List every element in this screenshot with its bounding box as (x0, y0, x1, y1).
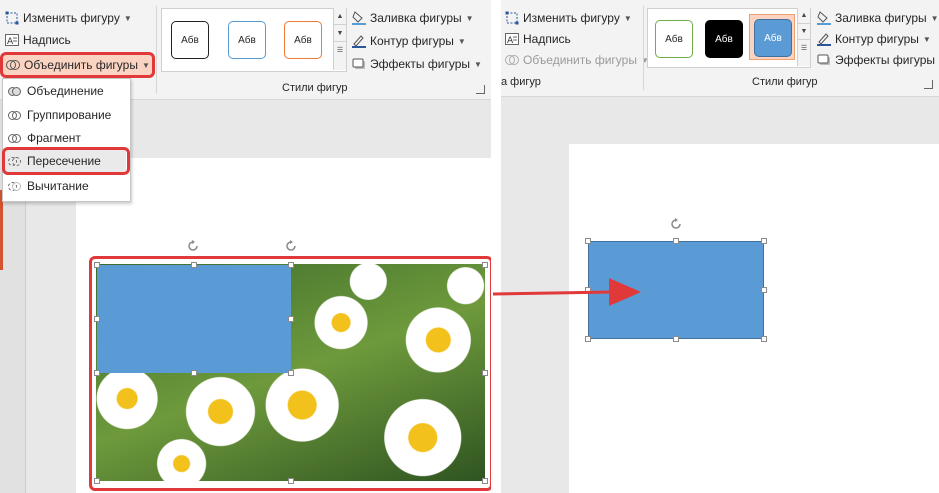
shape-effects-button[interactable]: Эффекты фигуры ▼ (352, 55, 482, 73)
shape-style-blue-fill[interactable]: Абв (754, 19, 792, 57)
chevron-down-icon: ▼ (457, 36, 466, 46)
merge-shapes-button[interactable]: Объединить фигуры ▼ (505, 51, 649, 69)
shape-styles-group-label: Стили фигур (752, 76, 818, 88)
shape-outline-label: Контур фигуры (370, 34, 454, 48)
text-box-icon: A (505, 32, 519, 46)
shape-style-black-outline[interactable]: Абв (171, 21, 209, 59)
menu-item-union[interactable]: Объединение (4, 80, 126, 102)
resize-handle[interactable] (585, 238, 591, 244)
chevron-down-icon: ▼ (922, 34, 931, 44)
scroll-down-icon[interactable]: ▼ (798, 24, 810, 40)
scroll-up-icon[interactable]: ▲ (798, 8, 810, 24)
shape-fill-label: Заливка фигуры (835, 11, 927, 25)
style-sample-text: Абв (181, 34, 199, 46)
rotate-handle-icon[interactable] (670, 218, 682, 233)
style-sample-text: Абв (715, 33, 733, 45)
ribbon-divider (643, 6, 644, 90)
menu-item-combine[interactable]: Группирование (4, 104, 126, 126)
shape-effects-label: Эффекты фигуры (370, 57, 471, 71)
chevron-down-icon: ▼ (123, 13, 132, 23)
gallery-more-icon[interactable]: ☰ (334, 42, 346, 58)
text-box-button[interactable]: A Надпись (5, 31, 71, 49)
menu-item-label: Вычитание (27, 179, 89, 193)
resize-handle[interactable] (673, 238, 679, 244)
menu-item-label: Фрагмент (27, 131, 81, 145)
shape-style-orange-outline[interactable]: Абв (284, 21, 322, 59)
text-box-label: Надпись (523, 32, 571, 46)
gallery-scrollbar[interactable]: ▲ ▼ ☰ (333, 8, 346, 70)
shape-style-green-outline[interactable]: Абв (655, 20, 693, 58)
left-slide-accent (0, 190, 3, 270)
union-icon (8, 85, 21, 98)
style-sample-text: Абв (238, 34, 256, 46)
edit-shape-icon (505, 11, 519, 25)
menu-item-fragment[interactable]: Фрагмент (4, 127, 126, 149)
selection-highlight (89, 256, 493, 491)
paint-bucket-icon (352, 11, 366, 25)
shape-style-blue-outline[interactable]: Абв (228, 21, 266, 59)
pen-icon (352, 34, 366, 48)
chevron-down-icon: ▼ (474, 59, 482, 69)
pen-icon (817, 32, 831, 46)
edit-shape-button[interactable]: Изменить фигуру ▼ (505, 9, 632, 27)
style-sample-text: Абв (764, 32, 782, 44)
edit-shape-label: Изменить фигуру (23, 11, 120, 25)
resize-handle[interactable] (761, 336, 767, 342)
dialog-launcher-icon[interactable] (476, 85, 485, 94)
shape-effects-button[interactable]: Эффекты фигуры ▼ (817, 51, 939, 69)
scroll-up-icon[interactable]: ▲ (334, 8, 346, 25)
chevron-down-icon: ▼ (465, 13, 474, 23)
ribbon-divider (156, 6, 157, 94)
text-box-button[interactable]: A Надпись (505, 30, 571, 48)
subtract-icon (8, 180, 21, 193)
fragment-icon (8, 132, 21, 145)
resize-handle[interactable] (761, 287, 767, 293)
chevron-down-icon: ▼ (623, 13, 632, 23)
panel-divider (491, 0, 501, 493)
menu-item-subtract[interactable]: Вычитание (4, 175, 126, 197)
style-sample-text: Абв (294, 34, 312, 46)
rotate-handle-icon[interactable] (285, 240, 297, 255)
red-arrow-icon (493, 278, 641, 306)
shape-effects-icon (817, 53, 831, 67)
chevron-down-icon: ▼ (930, 13, 939, 23)
edit-shape-icon (5, 11, 19, 25)
menu-item-label: Группирование (27, 108, 112, 122)
dialog-launcher-icon[interactable] (924, 80, 933, 89)
text-box-icon: A (5, 33, 19, 47)
combine-icon (8, 109, 21, 122)
merge-shapes-icon (505, 53, 519, 67)
shape-effects-icon (352, 57, 366, 71)
shape-style-black-fill[interactable]: Абв (705, 20, 743, 58)
resize-handle[interactable] (761, 238, 767, 244)
menu-item-label: Объединение (27, 84, 104, 98)
shape-fill-button[interactable]: Заливка фигуры ▼ (817, 9, 939, 27)
scroll-down-icon[interactable]: ▼ (334, 25, 346, 42)
shape-effects-label: Эффекты фигуры (835, 53, 936, 67)
style-sample-text: Абв (665, 33, 683, 45)
intersect-highlight (2, 147, 130, 175)
svg-text:A: A (507, 36, 514, 46)
gallery-scrollbar[interactable]: ▲ ▼ ☰ (797, 8, 810, 66)
shape-outline-label: Контур фигуры (835, 32, 919, 46)
shape-fill-label: Заливка фигуры (370, 11, 462, 25)
shape-styles-group-label: Стили фигур (282, 82, 348, 94)
resize-handle[interactable] (673, 336, 679, 342)
paint-bucket-icon (817, 11, 831, 25)
shape-outline-button[interactable]: Контур фигуры ▼ (352, 32, 466, 50)
resize-handle[interactable] (585, 336, 591, 342)
shape-fill-button[interactable]: Заливка фигуры ▼ (352, 9, 474, 27)
edit-shape-label: Изменить фигуру (523, 11, 620, 25)
text-box-label: Надпись (23, 33, 71, 47)
gallery-more-icon[interactable]: ☰ (798, 40, 810, 56)
rotate-handle-icon[interactable] (187, 240, 199, 255)
merge-shapes-label: Объединить фигуры (523, 53, 637, 67)
merge-shapes-highlight (0, 52, 155, 78)
shape-outline-button[interactable]: Контур фигуры ▼ (817, 30, 931, 48)
svg-text:A: A (7, 37, 14, 47)
edit-shape-button[interactable]: Изменить фигуру ▼ (5, 9, 132, 27)
cut-group-label: а фигур (501, 76, 541, 88)
